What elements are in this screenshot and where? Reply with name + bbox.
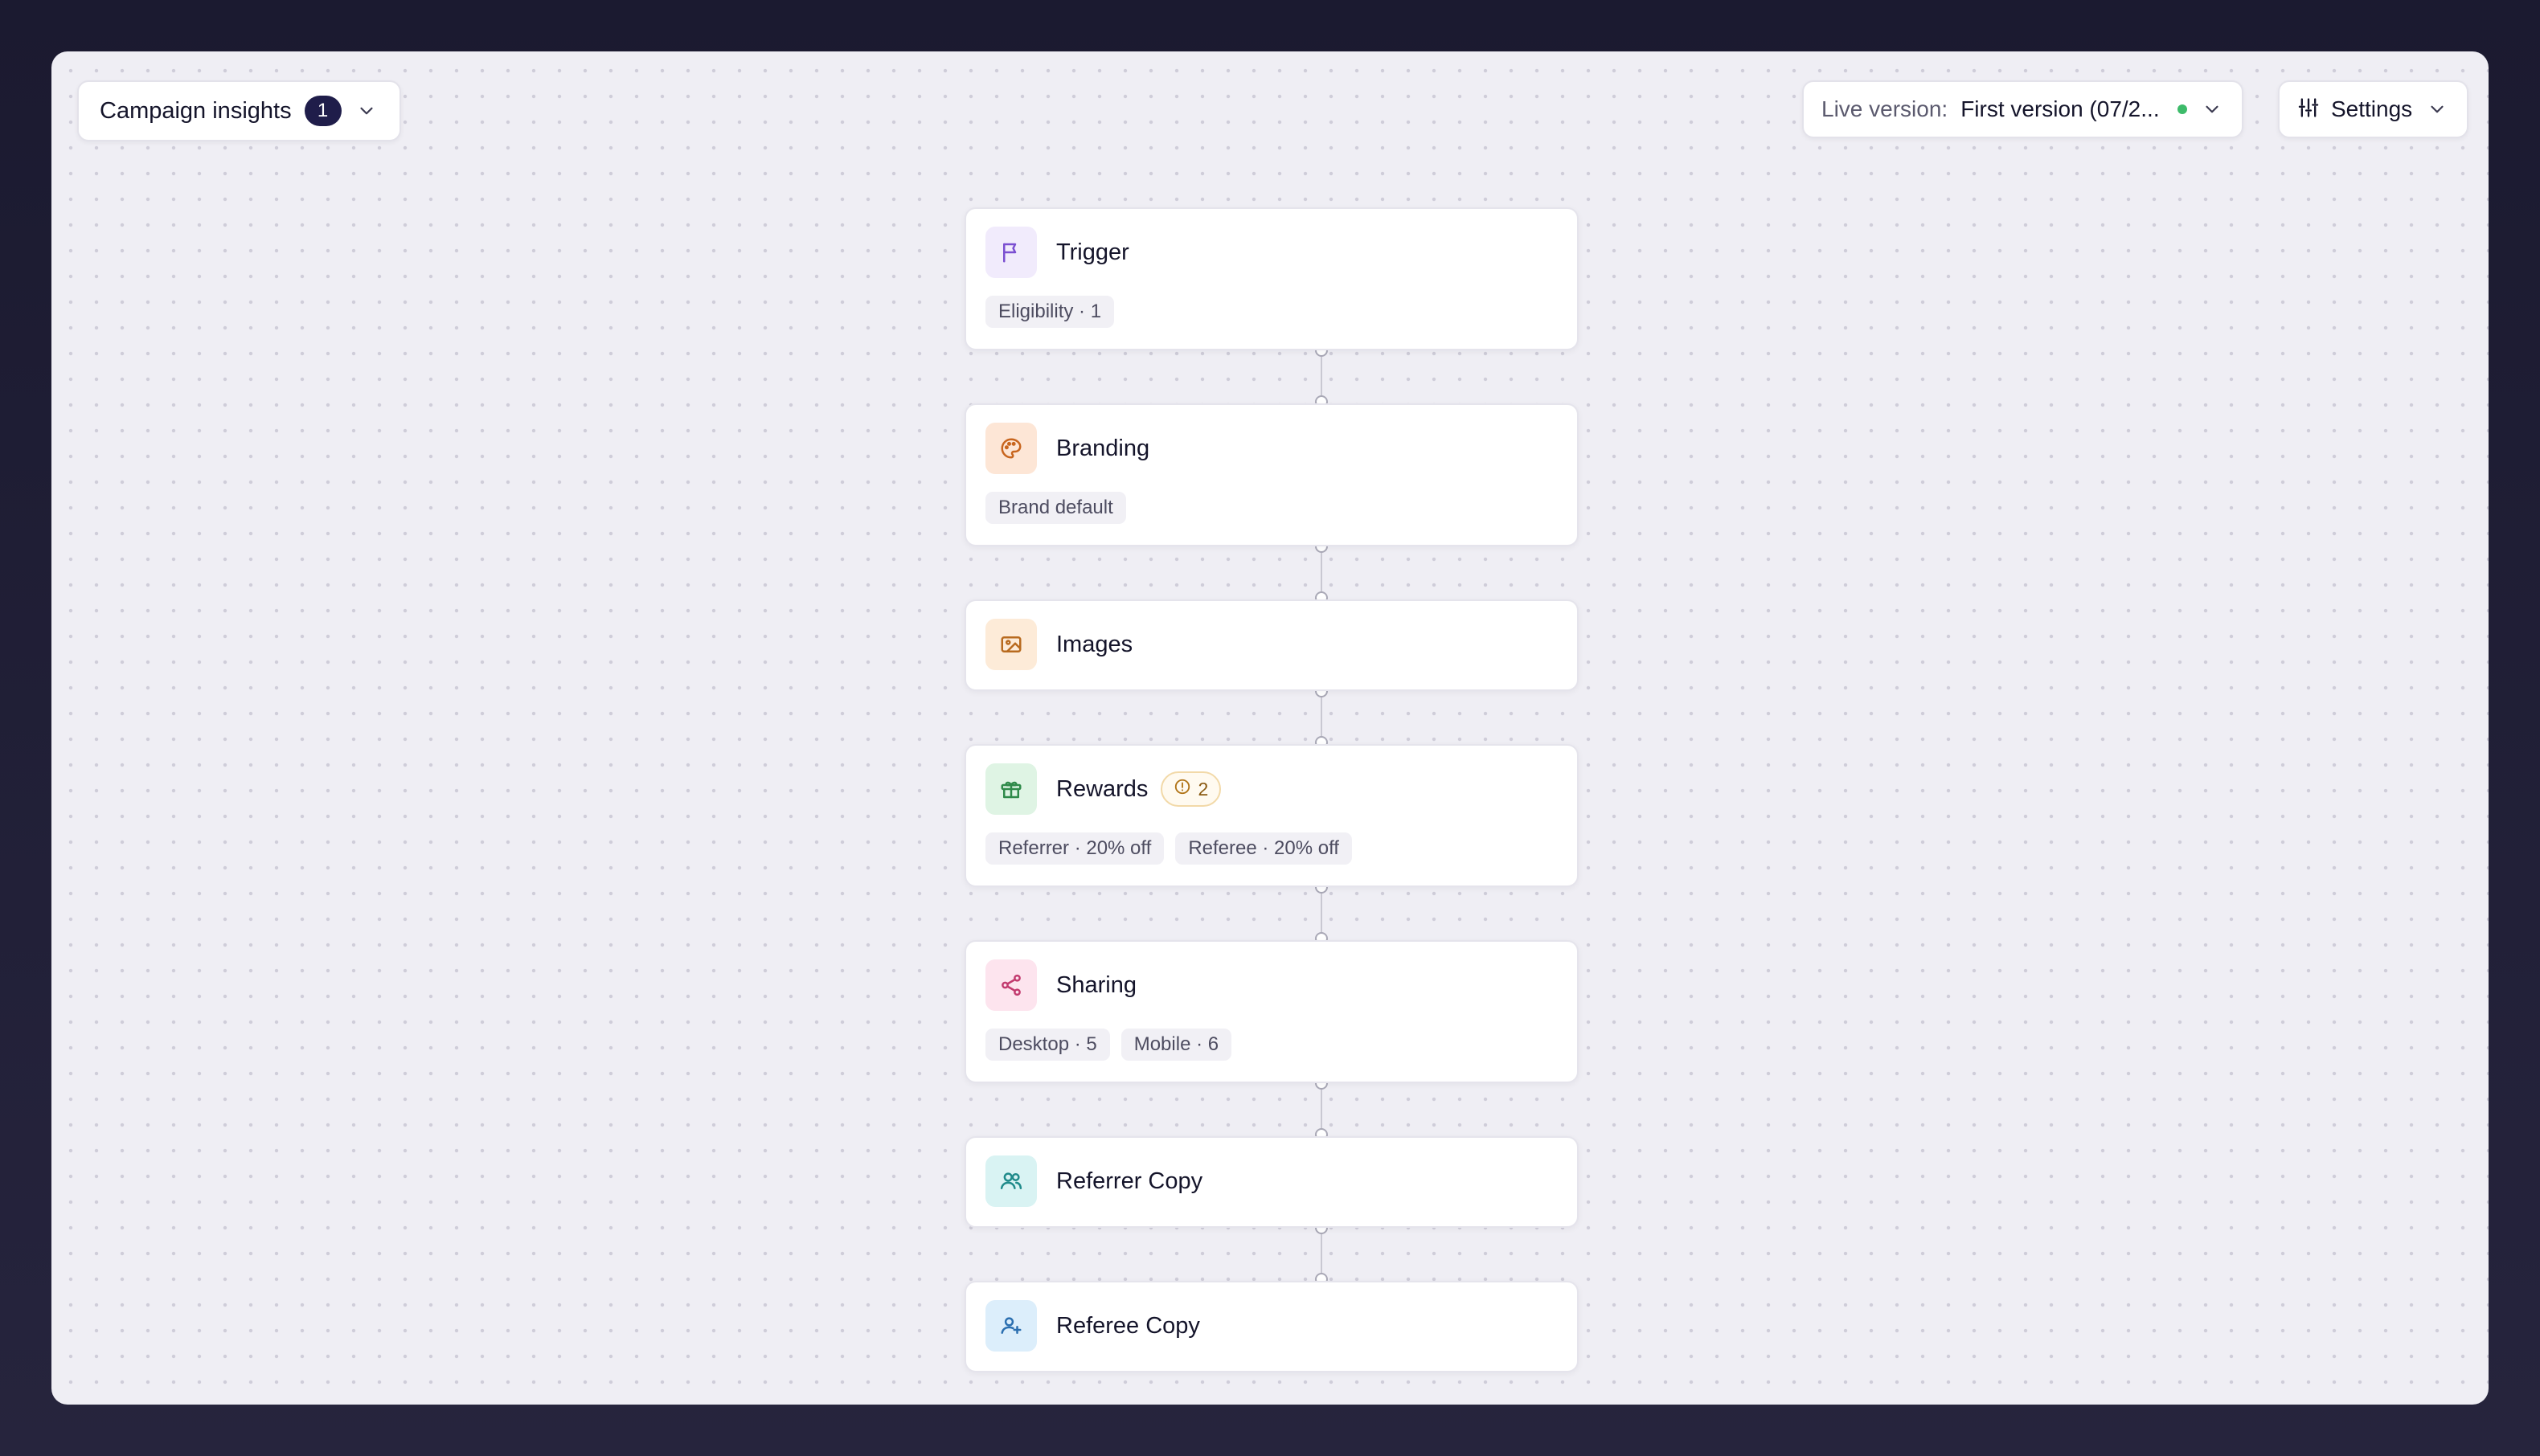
user-plus-icon	[985, 1300, 1037, 1352]
share-icon	[985, 959, 1037, 1011]
node-title: Trigger	[1056, 239, 1129, 265]
node-trigger[interactable]: Trigger Eligibility · 1	[965, 207, 1579, 350]
node-referrer-copy[interactable]: Referrer Copy	[965, 1136, 1579, 1228]
campaign-insights-button[interactable]: Campaign insights 1	[77, 80, 401, 141]
referrer-reward-tag: Referrer · 20% off	[985, 832, 1165, 865]
gift-icon	[985, 763, 1037, 815]
node-sharing[interactable]: Sharing Desktop · 5 Mobile · 6	[965, 940, 1579, 1083]
warning-count: 2	[1198, 778, 1209, 800]
node-title: Images	[1056, 631, 1133, 657]
flow-canvas: Campaign insights 1 Live version: First …	[51, 51, 2489, 1405]
palette-icon	[985, 423, 1037, 474]
settings-label: Settings	[2331, 96, 2413, 121]
node-rewards[interactable]: Rewards 2 Referrer · 20% off Referee · 2…	[965, 744, 1579, 887]
chevron-down-icon	[2427, 98, 2449, 121]
node-title: Branding	[1056, 435, 1150, 461]
insights-count-badge: 1	[304, 96, 342, 126]
image-icon	[985, 619, 1037, 670]
warning-badge[interactable]: 2	[1161, 771, 1222, 807]
node-images[interactable]: Images	[965, 599, 1579, 691]
alert-circle-icon	[1174, 778, 1191, 800]
brand-default-tag: Brand default	[985, 492, 1126, 524]
flow-connector	[1321, 1228, 1322, 1279]
chevron-down-icon	[2202, 98, 2224, 121]
users-icon	[985, 1155, 1037, 1207]
live-status-dot	[2177, 104, 2187, 114]
node-referee-copy[interactable]: Referee Copy	[965, 1281, 1579, 1372]
referee-reward-tag: Referee · 20% off	[1175, 832, 1352, 865]
desktop-share-tag: Desktop · 5	[985, 1029, 1110, 1061]
flow-connector	[1321, 887, 1322, 939]
node-title: Rewards	[1056, 775, 1149, 802]
node-branding[interactable]: Branding Brand default	[965, 403, 1579, 546]
live-version-value: First version (07/2...	[1960, 96, 2160, 121]
flag-icon	[985, 227, 1037, 278]
chevron-down-icon	[356, 100, 379, 122]
flow-connector	[1321, 691, 1322, 742]
mobile-share-tag: Mobile · 6	[1120, 1029, 1232, 1061]
node-title: Sharing	[1056, 971, 1137, 998]
flow-connector	[1321, 1083, 1322, 1135]
settings-button[interactable]: Settings	[2278, 80, 2469, 138]
campaign-insights-label: Campaign insights	[100, 97, 292, 124]
node-title: Referrer Copy	[1056, 1168, 1203, 1194]
flow-connector	[1321, 546, 1322, 598]
sliders-icon	[2297, 96, 2320, 123]
live-version-dropdown[interactable]: Live version: First version (07/2...	[1802, 80, 2243, 138]
live-version-label: Live version:	[1821, 96, 1948, 121]
node-title: Referee Copy	[1056, 1312, 1200, 1339]
flow-connector	[1321, 350, 1322, 402]
eligibility-tag: Eligibility · 1	[985, 296, 1115, 328]
